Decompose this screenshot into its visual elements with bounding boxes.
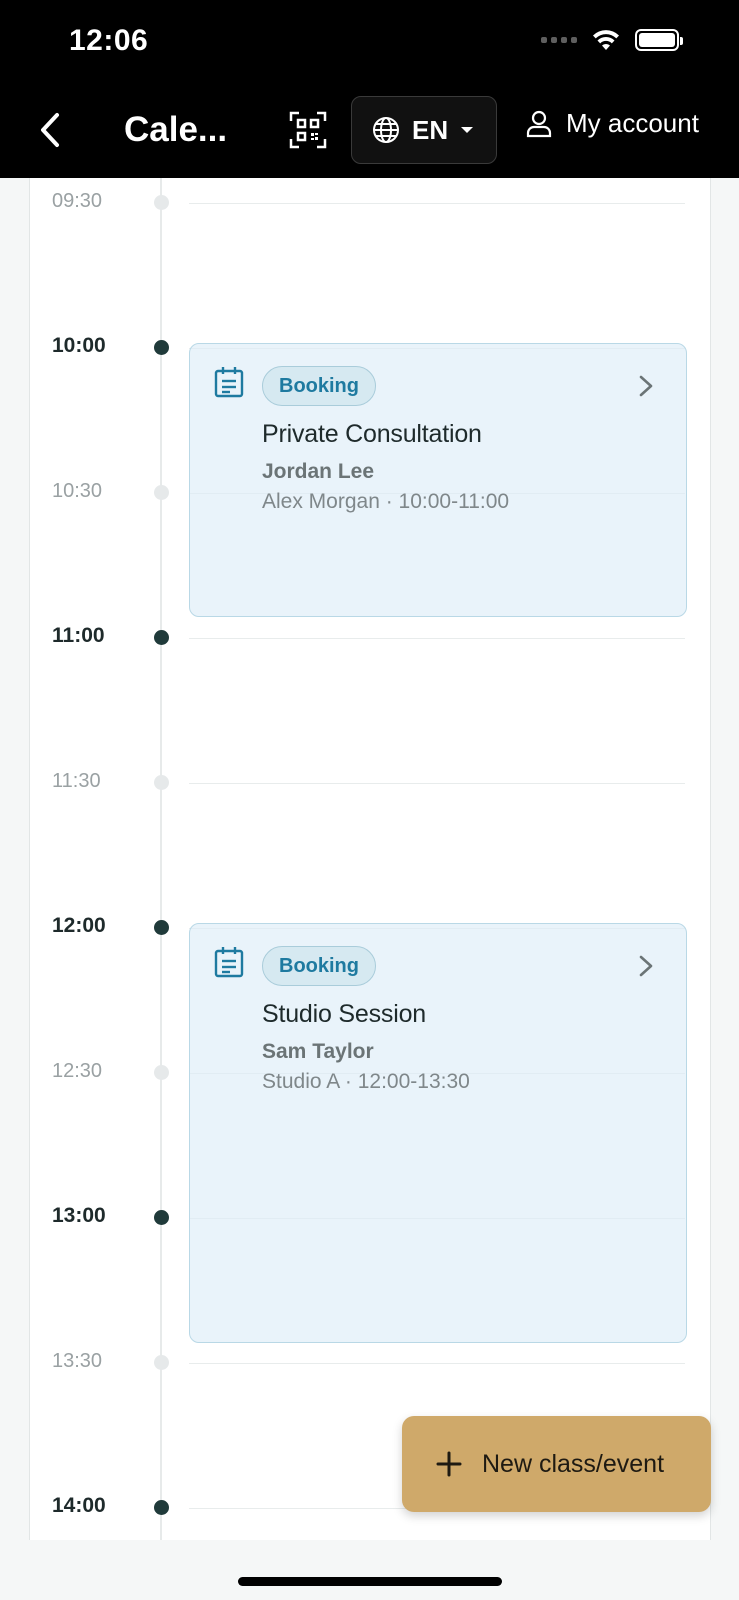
slot-dot <box>154 1355 169 1370</box>
slot-time-label: 13:30 <box>52 1350 103 1372</box>
chevron-right-icon <box>639 375 653 397</box>
status-icons <box>541 28 683 52</box>
slot-dot <box>154 1065 169 1080</box>
calendar-note-icon <box>214 367 244 398</box>
event-meta: Alex Morgan · 10:00-11:00 <box>262 490 510 513</box>
page-title: Cale... <box>124 110 228 149</box>
app-header: 12:06 Cale... EN My account <box>0 0 739 178</box>
time-slot: 11:30 <box>30 770 710 792</box>
slot-line <box>189 1363 685 1364</box>
slot-time-label: 09:30 <box>52 190 103 212</box>
language-selector[interactable]: EN <box>351 96 497 164</box>
slot-dot <box>154 920 169 935</box>
back-button[interactable] <box>32 108 68 152</box>
slot-dot <box>154 630 169 645</box>
my-account-label: My account <box>566 108 699 138</box>
slot-line <box>189 783 685 784</box>
chevron-right-icon <box>639 955 653 977</box>
my-account-button[interactable]: My account <box>526 108 699 139</box>
wifi-icon <box>593 30 619 50</box>
event-title: Private Consultation <box>262 420 482 448</box>
event-client: Sam Taylor <box>262 1040 374 1063</box>
battery-icon <box>635 29 683 51</box>
slot-time-label: 13:00 <box>52 1204 106 1227</box>
language-label: EN <box>412 114 449 145</box>
slot-line <box>189 638 685 639</box>
time-slot: 09:30 <box>30 190 710 212</box>
event-card-studio-session[interactable]: Booking Studio Session Sam Taylor Studio… <box>189 923 687 1343</box>
slot-dot <box>154 1500 169 1515</box>
slot-dot <box>154 340 169 355</box>
globe-icon <box>373 117 399 143</box>
calendar-day-view[interactable]: 09:30 10:00 10:30 11:00 11:30 12:00 12:3… <box>29 178 711 1540</box>
calendar-note-icon <box>214 947 244 978</box>
event-type-badge: Booking <box>262 946 376 986</box>
slot-time-label: 10:00 <box>52 334 106 357</box>
plus-icon <box>436 1451 462 1477</box>
qr-code-icon <box>289 111 327 149</box>
new-class-event-button[interactable]: New class/event <box>402 1416 711 1512</box>
event-card-private-consultation[interactable]: Booking Private Consultation Jordan Lee … <box>189 343 687 617</box>
time-slot: 11:00 <box>30 624 710 647</box>
slot-time-label: 12:30 <box>52 1060 103 1082</box>
slot-dot <box>154 775 169 790</box>
event-type-badge: Booking <box>262 366 376 406</box>
chevron-left-icon <box>41 113 59 147</box>
signal-icon <box>541 37 577 43</box>
new-class-event-label: New class/event <box>482 1449 665 1478</box>
event-meta: Studio A · 12:00-13:30 <box>262 1070 470 1093</box>
slot-time-label: 12:00 <box>52 914 106 937</box>
slot-time-label: 11:00 <box>52 624 105 647</box>
event-title: Studio Session <box>262 1000 426 1028</box>
status-time: 12:06 <box>69 24 149 57</box>
event-client: Jordan Lee <box>262 460 375 483</box>
slot-line <box>189 203 685 204</box>
home-indicator[interactable] <box>238 1577 502 1586</box>
slot-dot <box>154 195 169 210</box>
slot-time-label: 14:00 <box>52 1494 106 1517</box>
caret-down-icon <box>461 127 474 133</box>
timeline-line <box>160 178 162 1540</box>
slot-dot <box>154 1210 169 1225</box>
qr-scan-button[interactable] <box>286 108 330 152</box>
time-slot: 13:30 <box>30 1350 710 1372</box>
slot-time-label: 10:30 <box>52 480 103 502</box>
slot-time-label: 11:30 <box>52 770 101 792</box>
slot-dot <box>154 485 169 500</box>
user-icon <box>526 110 552 137</box>
